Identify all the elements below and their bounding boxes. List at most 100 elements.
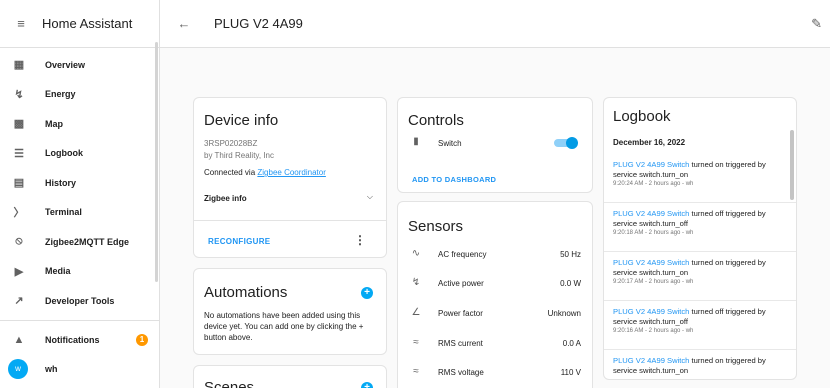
sidebar-item-terminal[interactable]: 〉 Terminal <box>0 198 159 228</box>
sidebar-item-label: Map <box>45 118 63 129</box>
scenes-title: Scenes <box>204 379 255 388</box>
sidebar-item-media[interactable]: ▶ Media <box>0 257 159 287</box>
switch-label: Switch <box>438 139 462 148</box>
sidebar-item-label: Terminal <box>45 207 82 218</box>
sidebar-item-logbook[interactable]: ☰ Logbook <box>0 139 159 169</box>
back-arrow-icon[interactable]: ← <box>174 16 194 31</box>
entity-link[interactable]: PLUG V2 4A99 Switch <box>613 160 689 169</box>
chart-icon: ▤ <box>13 177 25 190</box>
menu-icon[interactable]: ≡ <box>0 16 42 31</box>
sidebar-list: ▦ Overview ↯ Energy ▩ Map ☰ Logbook ▤ Hi… <box>0 48 159 316</box>
current-icon: ≈ <box>413 337 419 348</box>
entry-meta: 9:20:17 AM - 2 hours ago - wh <box>613 279 694 285</box>
entry-action: turned off triggered by <box>691 307 766 316</box>
logbook-date: December 16, 2022 <box>613 138 686 147</box>
sensor-row[interactable]: ↯ Active power 0.0 W <box>398 275 592 291</box>
sine-wave-icon: ∿ <box>411 248 421 259</box>
sensor-row[interactable]: ∿ AC frequency 50 Hz <box>398 246 592 262</box>
sidebar-item-energy[interactable]: ↯ Energy <box>0 80 159 110</box>
entry-service: service switch.turn_on <box>613 268 689 277</box>
entry-service: service switch.turn_off <box>613 317 688 326</box>
more-vert-icon[interactable]: ⋮ <box>354 233 366 247</box>
user-name: wh <box>45 364 58 374</box>
automations-card: Automations + No automations have been a… <box>193 268 387 355</box>
dashboard-icon: ▦ <box>13 59 25 72</box>
sensor-label: RMS current <box>438 339 483 348</box>
sidebar-item-developer-tools[interactable]: ↗ Developer Tools <box>0 286 159 316</box>
device-info-title: Device info <box>204 112 279 129</box>
entry-meta: 9:20:24 AM - 2 hours ago - wh <box>613 181 694 187</box>
entity-link[interactable]: PLUG V2 4A99 Switch <box>613 209 689 218</box>
angle-icon: ∠ <box>411 307 421 318</box>
entry-service: service switch.turn_off <box>613 219 688 228</box>
sensor-row[interactable]: ≈ RMS voltage 110 V <box>398 364 592 380</box>
add-automation-icon[interactable]: + <box>361 287 373 299</box>
sidebar-item-user[interactable]: w wh <box>0 355 159 383</box>
media-icon: ▶ <box>14 265 24 278</box>
sensor-label: Active power <box>438 279 484 288</box>
power-plug-icon: ▮ <box>413 136 419 147</box>
entity-link[interactable]: PLUG V2 4A99 Switch <box>613 307 689 316</box>
zigbee-icon: ⦸ <box>15 235 23 248</box>
sidebar-item-zigbee2mqtt[interactable]: ⦸ Zigbee2MQTT Edge <box>0 227 159 257</box>
switch-row: ▮ Switch <box>398 136 592 152</box>
sensor-row[interactable]: ≈ RMS current 0.0 A <box>398 335 592 351</box>
sidebar-item-overview[interactable]: ▦ Overview <box>0 50 159 80</box>
sensor-value: 50 Hz <box>560 250 581 259</box>
sidebar-item-label: Media <box>45 266 71 277</box>
sensor-label: Power factor <box>438 309 483 318</box>
entry-service: service switch.turn_on <box>613 366 689 375</box>
logbook-entry: PLUG V2 4A99 Switch turned on triggered … <box>613 258 793 287</box>
logbook-entry: PLUG V2 4A99 Switch turned off triggered… <box>613 307 793 336</box>
device-info-card: Device info 3RSP02028BZ by Third Reality… <box>193 97 387 258</box>
switch-toggle[interactable] <box>554 137 578 149</box>
sidebar-item-label: Zigbee2MQTT Edge <box>45 236 130 247</box>
sidebar-item-map[interactable]: ▩ Map <box>0 109 159 139</box>
zigbee-coordinator-link[interactable]: Zigbee Coordinator <box>257 168 325 177</box>
add-scene-icon[interactable]: + <box>361 382 373 388</box>
sidebar: ≡ Home Assistant ▦ Overview ↯ Energy ▩ M… <box>0 0 160 388</box>
entry-action: turned on triggered by <box>691 258 766 267</box>
sidebar-item-label: Developer Tools <box>45 295 115 306</box>
sidebar-header: ≡ Home Assistant <box>0 0 159 48</box>
pencil-icon[interactable]: ✎ <box>811 16 822 32</box>
sidebar-scrollbar[interactable] <box>155 42 158 282</box>
sensor-value: Unknown <box>547 309 581 318</box>
controls-card: Controls ▮ Switch ADD TO DASHBOARD <box>397 97 593 193</box>
add-to-dashboard-button[interactable]: ADD TO DASHBOARD <box>412 175 496 184</box>
chevron-down-icon[interactable]: ⌵ <box>367 192 373 202</box>
sidebar-item-label: Logbook <box>45 148 83 159</box>
entity-link[interactable]: PLUG V2 4A99 Switch <box>613 356 689 365</box>
entry-action: turned on triggered by <box>691 160 766 169</box>
sensor-row[interactable]: ∠ Power factor Unknown <box>398 305 592 321</box>
list-icon: ☰ <box>14 147 24 160</box>
sensor-label: AC frequency <box>438 250 487 259</box>
flash-icon: ↯ <box>411 277 421 288</box>
top-bar: ← PLUG V2 4A99 ✎ <box>160 0 830 48</box>
sidebar-divider <box>0 320 159 321</box>
map-icon: ▩ <box>13 118 25 131</box>
logbook-divider <box>604 202 796 203</box>
entry-service: service switch.turn_on <box>613 170 689 179</box>
connected-prefix: Connected via <box>204 168 256 177</box>
zigbee-info-toggle[interactable]: Zigbee info <box>204 194 247 203</box>
device-model: 3RSP02028BZ <box>204 139 258 148</box>
entity-link[interactable]: PLUG V2 4A99 Switch <box>613 258 689 267</box>
app-title: Home Assistant <box>42 16 133 31</box>
device-manufacturer: by Third Reality, Inc <box>204 151 274 160</box>
notification-badge: 1 <box>136 334 148 346</box>
entry-meta: 9:20:18 AM - 2 hours ago - wh <box>613 230 694 236</box>
sidebar-item-notifications[interactable]: ▲ Notifications 1 <box>0 326 159 354</box>
sidebar-item-label: Notifications <box>45 335 100 345</box>
entry-meta: 9:20:16 AM - 2 hours ago - wh <box>613 328 694 334</box>
logbook-scrollbar[interactable] <box>790 130 794 200</box>
logbook-divider <box>604 251 796 252</box>
avatar: w <box>8 359 28 379</box>
reconfigure-button[interactable]: RECONFIGURE <box>208 237 270 246</box>
sidebar-item-history[interactable]: ▤ History <box>0 168 159 198</box>
terminal-icon: 〉 <box>13 207 25 220</box>
logbook-entry: PLUG V2 4A99 Switch turned off triggered… <box>613 209 793 238</box>
voltage-icon: ≈ <box>413 366 419 377</box>
sensors-card: Sensors ∿ AC frequency 50 Hz ↯ Active po… <box>397 201 593 388</box>
logbook-entry: PLUG V2 4A99 Switch turned on triggered … <box>613 356 793 376</box>
